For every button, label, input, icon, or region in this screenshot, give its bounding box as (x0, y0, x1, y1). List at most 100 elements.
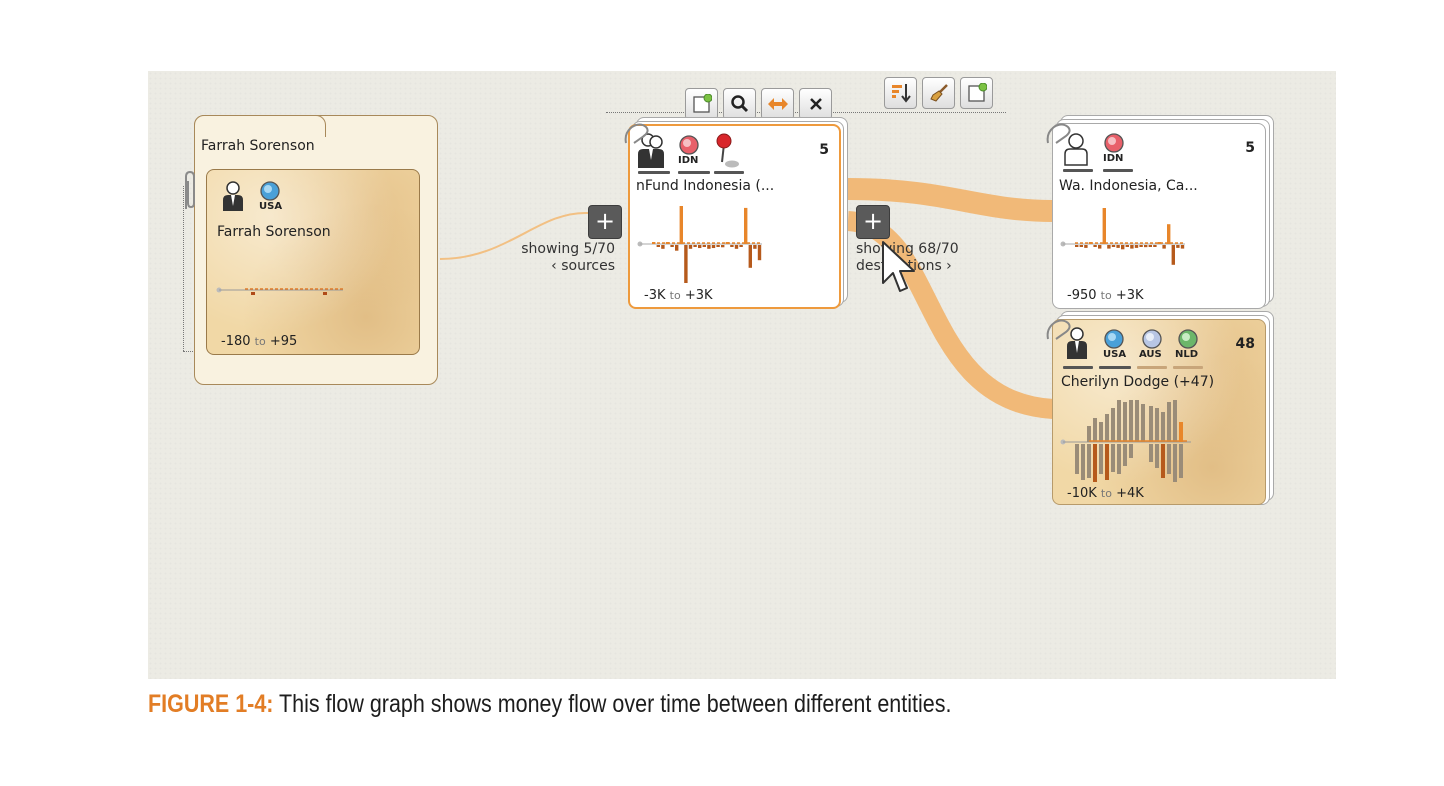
chart-bar (748, 245, 752, 268)
range-min: -10K (1067, 486, 1097, 501)
chart-bar (1107, 245, 1111, 249)
entity-count: 5 (819, 142, 829, 158)
paperclip-icon (185, 170, 195, 209)
add-note-button-2[interactable] (960, 77, 993, 109)
amount-range: -180 to +95 (221, 334, 297, 349)
chart-bar (1134, 245, 1139, 248)
chart-bar (1125, 245, 1129, 247)
chart-bar (739, 245, 743, 247)
country-label: IDN (678, 155, 699, 166)
chart-bar (1153, 245, 1157, 247)
entity-card-cherilyn-dodge[interactable]: USA AUS NLD 48 Cherilyn Dodge (+47) -10K… (1052, 319, 1266, 505)
figure-label: FIGURE 1-4: (148, 690, 274, 718)
status-bar (714, 171, 744, 174)
amount-range: -3K to +3K (644, 288, 713, 303)
person-icon (223, 181, 243, 211)
expand-destinations-button[interactable]: + (856, 205, 890, 239)
range-min: -950 (1067, 288, 1097, 303)
close-icon (809, 98, 822, 110)
expand-both-button[interactable] (761, 88, 794, 120)
chart-bar (711, 245, 716, 249)
entity-name: Cherilyn Dodge (+47) (1061, 374, 1215, 390)
broom-icon (929, 84, 948, 102)
folder-title: Farrah Sorenson (201, 138, 315, 154)
sources-link[interactable]: ‹ sources (521, 258, 615, 275)
chart-bar (1116, 245, 1120, 248)
paperclip-icon (1046, 319, 1071, 340)
entity-card-farrah[interactable]: USA Farrah Sorenson -180 to +95 (206, 169, 420, 355)
clear-button[interactable] (922, 77, 955, 109)
chart-bar (661, 245, 665, 249)
swap-horizontal-icon (767, 98, 788, 110)
range-to: to (1100, 289, 1112, 302)
range-max: +3K (1115, 288, 1144, 303)
entity-count: 48 (1235, 336, 1255, 352)
chart-bar (1084, 245, 1088, 248)
chart-bar (1167, 224, 1171, 244)
globe-icon (260, 181, 280, 201)
close-button[interactable] (799, 88, 832, 120)
sort-button[interactable] (884, 77, 917, 109)
note-add-icon (692, 94, 712, 113)
status-bar (1063, 366, 1093, 369)
transaction-bar-chart (1060, 208, 1185, 265)
entity-card-wa-indonesia[interactable]: IDN 5 Wa. Indonesia, Ca... -950 to +3K (1052, 123, 1266, 309)
globe-icon (1104, 329, 1124, 349)
chart-bar (716, 245, 720, 247)
chart-bar (730, 245, 734, 247)
globe-icon (1142, 329, 1162, 349)
mouse-cursor-icon (882, 241, 915, 292)
chart-bar (744, 207, 748, 244)
entity-count: 5 (1245, 140, 1255, 156)
country-label: AUS (1139, 349, 1162, 360)
entity-name: nFund Indonesia (... (636, 178, 775, 194)
sparkline-chart (216, 287, 343, 295)
chart-bar (670, 245, 674, 247)
range-to: to (1100, 487, 1112, 500)
range-max: +95 (269, 334, 298, 349)
expand-sources-button[interactable]: + (588, 205, 622, 239)
range-min: -3K (644, 288, 666, 303)
entity-card-nfund-indonesia[interactable]: IDN 5 nFund Indonesia (... -3K to +3K (628, 124, 841, 309)
add-note-button[interactable] (685, 88, 718, 120)
sources-label[interactable]: showing 5/70 ‹ sources (521, 241, 615, 275)
chart-bar (757, 245, 762, 261)
chart-bar (1162, 245, 1166, 249)
status-bar (1099, 366, 1131, 369)
flow-graph-canvas[interactable]: Farrah Sorenson USA Farrah Sorenson -180… (148, 71, 1336, 679)
chart-bar (684, 245, 688, 283)
globe-icon (679, 135, 699, 155)
chart-bar (721, 245, 725, 248)
chart-bar (1079, 245, 1083, 247)
range-max: +4K (1116, 486, 1144, 501)
range-to: to (669, 289, 681, 302)
chart-bar (688, 245, 693, 249)
amount-range: -10K to +4K (1067, 486, 1144, 501)
file-folder-tab (194, 115, 326, 137)
status-bar (1063, 169, 1093, 172)
paperclip-icon (1046, 123, 1071, 144)
entity-name: Farrah Sorenson (217, 224, 331, 240)
chart-bar (679, 206, 683, 244)
search-button[interactable] (723, 88, 756, 120)
chart-bar (1139, 245, 1143, 247)
status-bar (1137, 366, 1167, 369)
search-icon (730, 95, 748, 113)
status-bar (1173, 366, 1203, 369)
chart-bar (675, 245, 679, 251)
chart-bar (693, 245, 697, 247)
chart-bar (1148, 245, 1152, 247)
chart-bar (753, 245, 757, 249)
chart-bar (1075, 245, 1079, 247)
transaction-bar-chart (1060, 400, 1191, 482)
chart-bar (1171, 245, 1175, 265)
location-pin-icon (716, 133, 739, 168)
status-bar (638, 171, 670, 174)
sources-count: showing 5/70 (521, 241, 615, 257)
status-bar (1103, 169, 1133, 172)
note-add-icon (967, 83, 987, 102)
amount-range: -950 to +3K (1067, 288, 1144, 303)
chart-bar (702, 245, 706, 247)
chart-bar (734, 245, 739, 249)
globe-icon (1104, 133, 1124, 153)
